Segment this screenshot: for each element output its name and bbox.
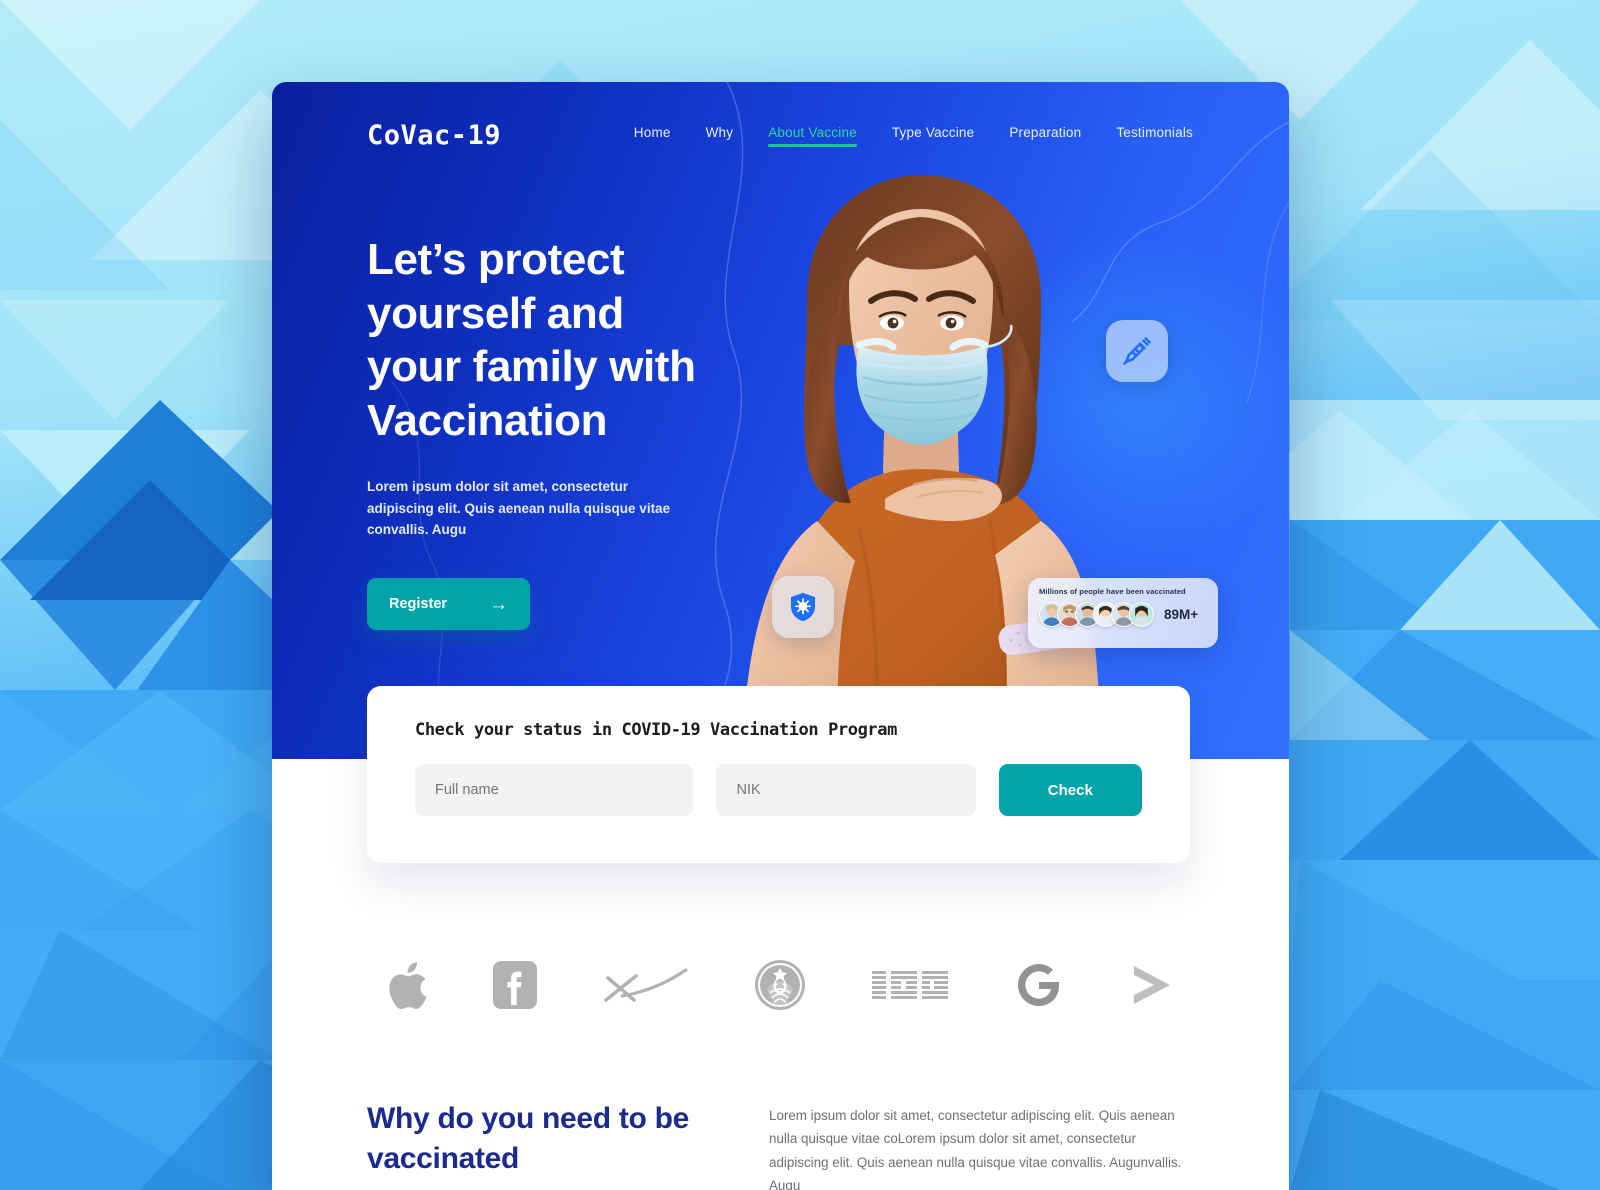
- hero-title-line1: Let’s protect: [367, 235, 625, 284]
- avatar: [1129, 602, 1154, 627]
- fullname-input[interactable]: [415, 764, 694, 816]
- nav-item-why[interactable]: Why: [706, 125, 734, 147]
- hero-title-line2: yourself and: [367, 288, 624, 338]
- status-form-row: Check: [415, 764, 1143, 816]
- check-button[interactable]: Check: [998, 764, 1143, 816]
- hero-title-line3: your family with: [367, 342, 696, 392]
- nav-item-type-vaccine[interactable]: Type Vaccine: [892, 125, 974, 147]
- hero-title: Let’s protect yourself and your family w…: [367, 233, 702, 448]
- nav-item-about-vaccine[interactable]: About Vaccine: [768, 125, 857, 147]
- brand-logo[interactable]: CoVac-19: [367, 120, 501, 151]
- why-section-text: Lorem ipsum dolor sit amet, consectetur …: [769, 1108, 1182, 1190]
- hero-title-line4: Vaccination: [367, 396, 608, 446]
- status-check-card: Check your status in COVID-19 Vaccinatio…: [367, 686, 1190, 863]
- nav-links: Home Why About Vaccine Type Vaccine Prep…: [634, 125, 1241, 147]
- vaccinated-stat-card: Millions of people have been vaccinated …: [1028, 578, 1218, 648]
- spacex-logo: [602, 962, 690, 1008]
- nav-item-home[interactable]: Home: [634, 125, 671, 147]
- starbucks-logo: [754, 959, 806, 1011]
- why-section-title: Why do you need to be vaccinated: [367, 1102, 690, 1175]
- avatar-group: [1039, 602, 1154, 627]
- arrow-right-icon: →: [489, 593, 508, 615]
- register-button[interactable]: Register →: [367, 578, 530, 631]
- hero-section: CoVac-19 Home Why About Vaccine Type Vac…: [272, 82, 1289, 759]
- nav-item-testimonials[interactable]: Testimonials: [1116, 125, 1193, 147]
- apple-logo: [386, 960, 428, 1010]
- facebook-logo: [492, 960, 538, 1010]
- nik-input[interactable]: [716, 764, 976, 816]
- hero-subtitle: Lorem ipsum dolor sit amet, consectetur …: [367, 478, 671, 538]
- nav-item-preparation[interactable]: Preparation: [1009, 125, 1081, 147]
- chevron-logo: [1128, 962, 1176, 1008]
- hero-copy: Let’s protect yourself and your family w…: [272, 151, 702, 631]
- stat-card-label: Millions of people have been vaccinated: [1039, 587, 1186, 596]
- register-button-label: Register: [389, 596, 448, 613]
- stat-card-value: 89M+: [1164, 607, 1199, 622]
- landing-page-mockup: CoVac-19 Home Why About Vaccine Type Vac…: [272, 82, 1289, 1190]
- partner-logos-row: [272, 959, 1289, 1011]
- hero-photo-woman-vaccinated: [689, 169, 1159, 759]
- syringe-icon: [1123, 337, 1151, 365]
- stat-card-row: 89M+: [1039, 602, 1207, 627]
- ibm-logo: [870, 967, 950, 1003]
- shield-virus-icon: [790, 592, 816, 622]
- syringe-badge: [1106, 320, 1168, 382]
- shield-virus-badge: [772, 576, 834, 638]
- status-card-title: Check your status in COVID-19 Vaccinatio…: [415, 720, 897, 740]
- google-logo: [1014, 960, 1064, 1010]
- main-navbar: CoVac-19 Home Why About Vaccine Type Vac…: [272, 82, 1289, 151]
- why-section: Why do you need to be vaccinated Lorem i…: [272, 1099, 1289, 1190]
